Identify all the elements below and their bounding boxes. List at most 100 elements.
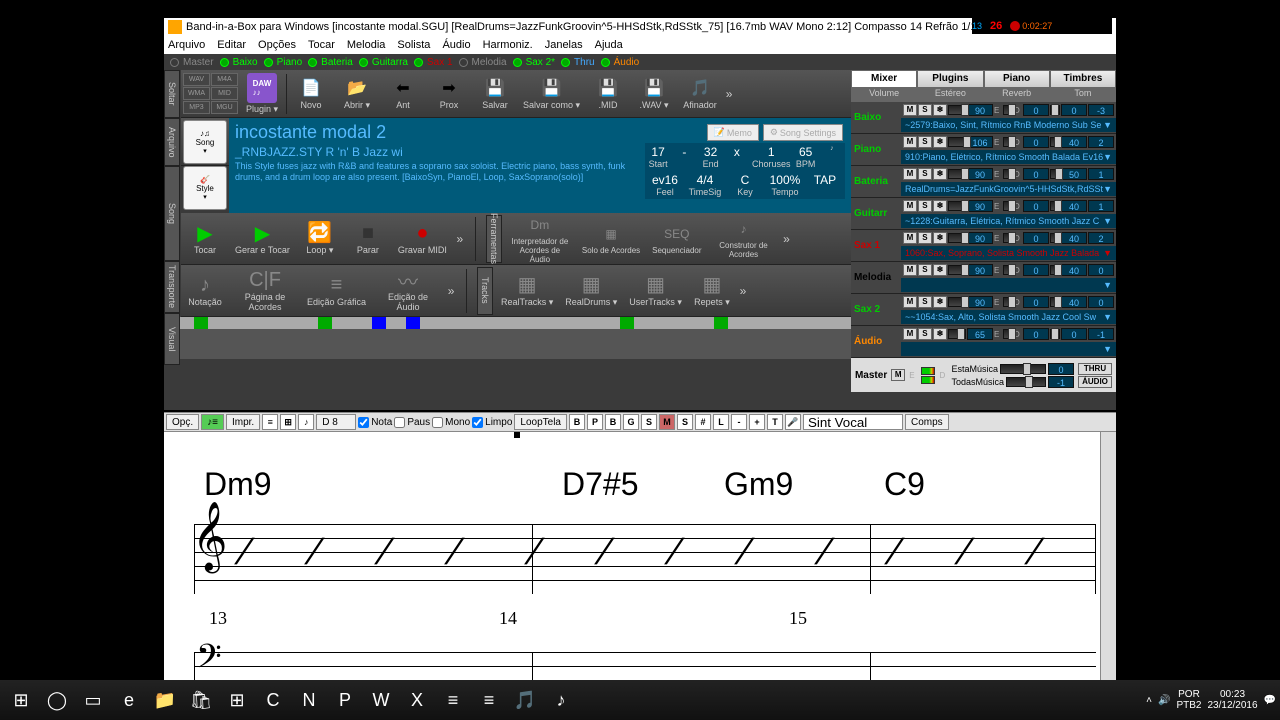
end-bar[interactable]: 32End — [697, 143, 723, 171]
rev-slider-Melodia[interactable] — [1050, 265, 1060, 275]
mixer-tab-plugins[interactable]: Plugins — [917, 70, 983, 88]
realdrums-button[interactable]: ▦RealDrums ▾ — [561, 272, 621, 310]
rev-slider-Guitarr[interactable] — [1050, 201, 1060, 211]
timesig[interactable]: 4/4TimeSig — [685, 171, 725, 199]
mute-Piano[interactable]: M — [903, 136, 917, 148]
menu-harmoniz.[interactable]: Harmoniz. — [483, 39, 533, 51]
view-1[interactable]: ≡ — [262, 414, 278, 430]
fx-Guitarr[interactable]: ❄ — [933, 200, 947, 212]
realtracks-button[interactable]: ▦RealTracks ▾ — [497, 272, 557, 310]
fx-Sax 2[interactable]: ❄ — [933, 296, 947, 308]
repeats-button[interactable]: ▦Repets ▾ — [690, 272, 734, 310]
notbar-L-8[interactable]: L — [713, 414, 729, 430]
notation-button[interactable]: ♪Notação — [183, 267, 227, 314]
taskbar-icon-14[interactable]: 🎵 — [508, 685, 542, 715]
notbar-S-6[interactable]: S — [677, 414, 693, 430]
vol-slider-Sax 2[interactable] — [948, 297, 966, 307]
key[interactable]: CKey — [725, 171, 765, 199]
audio-button[interactable]: ÁUDIO — [1078, 376, 1112, 388]
mute-Melodia[interactable]: M — [903, 264, 917, 276]
bpm[interactable]: 65BPM — [793, 143, 819, 171]
menu-editar[interactable]: Editar — [217, 39, 246, 51]
solo-Melodia[interactable]: S — [918, 264, 932, 276]
view-3[interactable]: ♪ — [298, 414, 314, 430]
m4a-button[interactable]: M4A — [211, 73, 238, 86]
limpo-check[interactable]: Limpo — [472, 417, 512, 428]
patch-Piano[interactable]: 910:Piano, Elétrico, Rítmico Smooth Bala… — [901, 150, 1116, 164]
view-2[interactable]: ⊞ — [280, 414, 296, 430]
taskbar-icon-0[interactable]: ⊞ — [4, 685, 38, 715]
mgu-button[interactable]: MGU — [211, 101, 238, 114]
patch-Áudio[interactable]: ▼ — [901, 342, 1116, 356]
taskbar-icon-1[interactable]: ◯ — [40, 685, 74, 715]
solo-Bateria[interactable]: S — [918, 168, 932, 180]
fx-Piano[interactable]: ❄ — [933, 136, 947, 148]
fx-Baixo[interactable]: ❄ — [933, 104, 947, 116]
vol-slider-Piano[interactable] — [948, 137, 966, 147]
rev-slider-Bateria[interactable] — [1050, 169, 1060, 179]
track-tab-thru[interactable]: Thru — [561, 57, 595, 68]
taskbar-icon-5[interactable]: 🛍 — [184, 685, 218, 715]
solo-Sax 1[interactable]: S — [918, 232, 932, 244]
menu-arquivo[interactable]: Arquivo — [168, 39, 205, 51]
wma-button[interactable]: WMA — [183, 87, 210, 100]
mute-Áudio[interactable]: M — [903, 328, 917, 340]
expand-tools[interactable]: » — [782, 232, 792, 246]
rev-slider-Áudio[interactable] — [1050, 329, 1060, 339]
new-button[interactable]: 📄Novo — [289, 75, 333, 113]
patch-Melodia[interactable]: ▼ — [901, 278, 1116, 292]
rev-slider-Sax 1[interactable] — [1050, 233, 1060, 243]
notbar-B-0[interactable]: B — [569, 414, 585, 430]
solo-Guitarr[interactable]: S — [918, 200, 932, 212]
pan-slider-Bateria[interactable] — [1003, 169, 1013, 179]
vol-slider-Sax 1[interactable] — [948, 233, 966, 243]
mixer-tab-mixer[interactable]: Mixer — [851, 70, 917, 88]
mute-Baixo[interactable]: M — [903, 104, 917, 116]
save-button[interactable]: 💾Salvar — [473, 75, 517, 113]
menu-janelas[interactable]: Janelas — [545, 39, 583, 51]
menu-opções[interactable]: Opções — [258, 39, 296, 51]
fx-Áudio[interactable]: ❄ — [933, 328, 947, 340]
patch-Bateria[interactable]: RealDrums=JazzFunkGroovin^5-HHSdStk,RdSS… — [901, 182, 1116, 196]
clock[interactable]: 00:2323/12/2016 — [1207, 689, 1257, 711]
start-bar[interactable]: 17Start — [645, 143, 671, 171]
solo-Áudio[interactable]: S — [918, 328, 932, 340]
fx-Sax 1[interactable]: ❄ — [933, 232, 947, 244]
memo-button[interactable]: 📝 Memo — [707, 124, 759, 141]
song-card[interactable]: ♪♫Song▾ — [183, 120, 227, 164]
stop-button[interactable]: ■Parar — [346, 220, 390, 258]
tray-up-icon[interactable]: ˄ — [1146, 695, 1152, 706]
pan-slider-Piano[interactable] — [1003, 137, 1013, 147]
expand-transport[interactable]: » — [455, 232, 465, 246]
tempo-pct[interactable]: 100%Tempo — [765, 171, 805, 199]
chord-C9[interactable]: C9 — [884, 466, 925, 503]
track-tab-master[interactable]: Master — [170, 57, 214, 68]
mid-button[interactable]: MID — [211, 87, 238, 100]
pan-slider-Guitarr[interactable] — [1003, 201, 1013, 211]
notation-scrollbar[interactable] — [1100, 432, 1116, 680]
patch-Sax 1[interactable]: 1060:Sax, Soprano, Solista Smooth Jazz B… — [901, 246, 1116, 260]
taskbar-icon-9[interactable]: P — [328, 685, 362, 715]
open-button[interactable]: 📂Abrir ▾ — [335, 75, 379, 113]
master-mute[interactable]: M — [891, 369, 905, 381]
feel[interactable]: ev16Feel — [645, 171, 685, 199]
nota-check[interactable]: Nota — [358, 417, 392, 428]
pan-slider-Melodia[interactable] — [1003, 265, 1013, 275]
style-card[interactable]: 🎸Style▾ — [183, 166, 227, 210]
track-tab-baixo[interactable]: Baixo — [220, 57, 258, 68]
usertracks-button[interactable]: ▦UserTracks ▾ — [625, 272, 686, 310]
graphic-edit-button[interactable]: ≡Edição Gráfica — [303, 267, 370, 314]
visual-tab[interactable]: Visual — [164, 313, 180, 365]
wav-button[interactable]: WAV — [183, 73, 210, 86]
notbar-B-2[interactable]: B — [605, 414, 621, 430]
vol-slider-Bateria[interactable] — [948, 169, 966, 179]
track-tab-sax 2*[interactable]: Sax 2* — [513, 57, 555, 68]
transporte-tab[interactable]: Transporte — [164, 261, 180, 313]
notbar-+-10[interactable]: + — [749, 414, 765, 430]
expand-toolbar[interactable]: » — [724, 87, 734, 101]
chord-page-button[interactable]: C|FPágina de Acordes — [231, 267, 299, 314]
tracks-tab[interactable]: Tracks — [477, 267, 493, 315]
taskbar-icon-13[interactable]: ≡ — [472, 685, 506, 715]
taskbar-icon-2[interactable]: ▭ — [76, 685, 110, 715]
tap-button[interactable]: TAP — [805, 171, 845, 199]
